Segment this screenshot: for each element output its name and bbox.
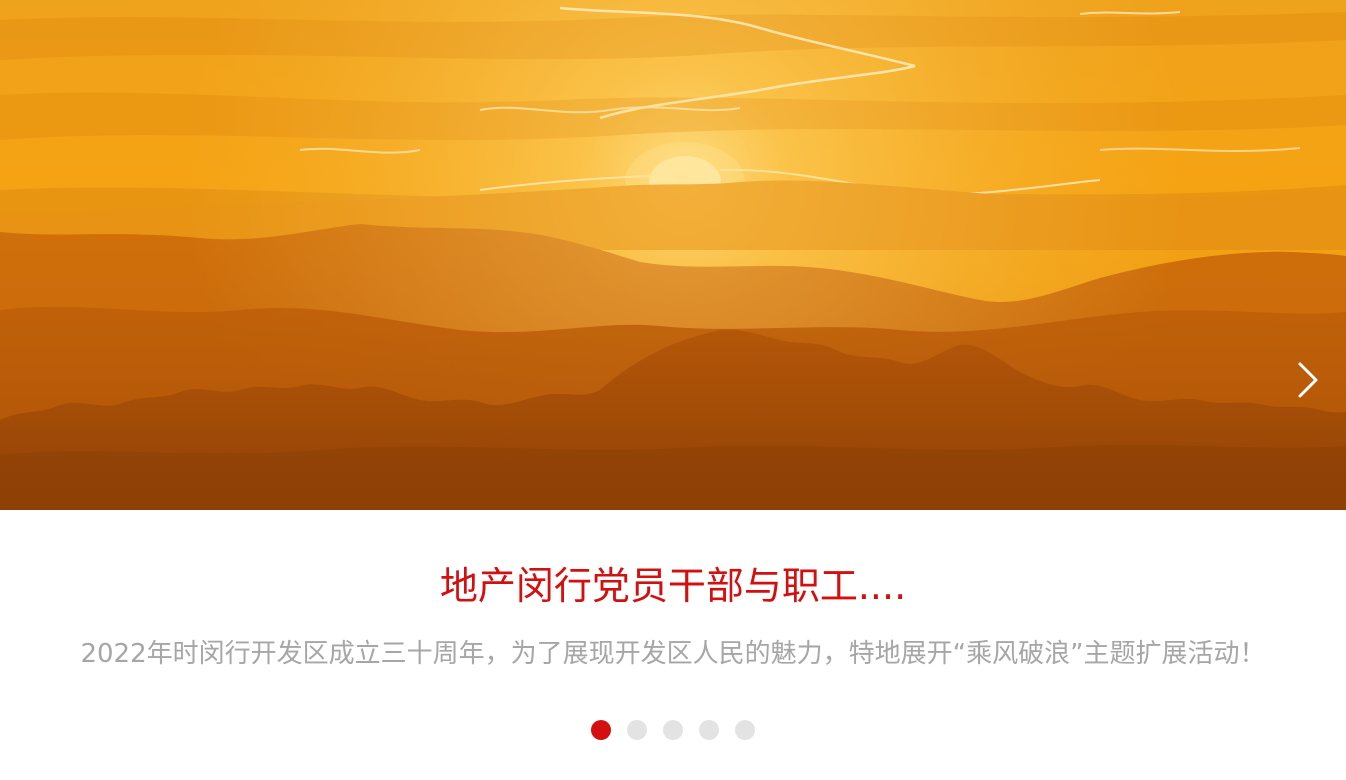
pagination-dot-3[interactable] — [663, 720, 683, 740]
slide-title[interactable]: 地产闵行党员干部与职工.... — [0, 560, 1346, 612]
pagination-dot-4[interactable] — [699, 720, 719, 740]
pagination-dot-1[interactable] — [591, 720, 611, 740]
image-carousel: 地产闵行党员干部与职工.... 2022年时闵行开发区成立三十周年，为了展现开发… — [0, 0, 1346, 780]
sunset-mountain-image — [0, 0, 1346, 510]
next-slide-button[interactable] — [1286, 358, 1330, 402]
pagination-dots — [0, 720, 1346, 742]
slide-description: 2022年时闵行开发区成立三十周年，为了展现开发区人民的魅力，特地展开“乘风破浪… — [80, 639, 1266, 669]
pagination-dot-2[interactable] — [627, 720, 647, 740]
pagination-dot-5[interactable] — [735, 720, 755, 740]
slide-image[interactable] — [0, 0, 1346, 510]
chevron-right-icon — [1298, 362, 1318, 398]
